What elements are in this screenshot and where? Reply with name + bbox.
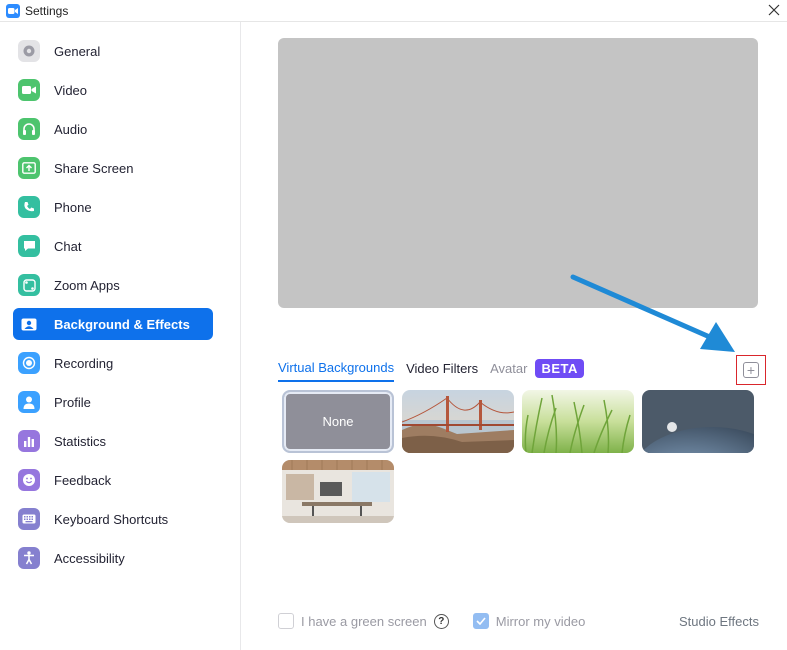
checkmark-icon (476, 617, 486, 625)
sidebar-item-keyboard-shortcuts[interactable]: Keyboard Shortcuts (13, 503, 213, 535)
sidebar-item-accessibility[interactable]: Accessibility (13, 542, 213, 574)
tab-video-filters[interactable]: Video Filters (406, 358, 478, 382)
sidebar-item-label: Keyboard Shortcuts (54, 511, 169, 527)
window-title: Settings (25, 3, 69, 18)
sidebar-item-label: Statistics (54, 433, 107, 449)
sidebar-item-audio[interactable]: Audio (13, 113, 213, 145)
background-thumbnail-earth-from-space[interactable] (642, 390, 754, 453)
sidebar-item-phone[interactable]: Phone (13, 191, 213, 223)
sidebar-item-label: Accessibility (54, 550, 125, 566)
zoom-camera-icon (6, 3, 20, 18)
zoom-apps-icon (18, 274, 40, 296)
title-bar: Settings (0, 0, 787, 22)
chat-bubble-icon (18, 235, 40, 257)
settings-sidebar: General Video Audio Share Screen Phone C… (0, 22, 241, 650)
sidebar-item-label: Video (54, 82, 88, 98)
profile-icon (18, 391, 40, 413)
background-tabs: Virtual Backgrounds Video Filters Avatar… (278, 358, 584, 382)
background-thumbnail-golden-gate-bridge[interactable] (402, 390, 514, 453)
add-plus-icon: + (743, 362, 759, 378)
sidebar-item-label: Zoom Apps (54, 277, 120, 293)
sidebar-item-label: Audio (54, 121, 88, 137)
feedback-smile-icon (18, 469, 40, 491)
studio-effects-link[interactable]: Studio Effects (679, 614, 759, 629)
mirror-video-checkbox[interactable] (472, 613, 489, 629)
close-button[interactable] (763, 0, 785, 20)
record-icon (18, 352, 40, 374)
sidebar-item-label: Feedback (54, 472, 112, 488)
beta-badge: BETA (535, 358, 584, 378)
video-preview (278, 38, 758, 308)
green-screen-label: I have a green screen (301, 613, 427, 629)
background-effects-panel: Virtual Backgrounds Video Filters Avatar… (242, 22, 787, 650)
sidebar-item-chat[interactable]: Chat (13, 230, 213, 262)
share-screen-icon (18, 157, 40, 179)
sidebar-item-label: Profile (54, 394, 91, 410)
tab-avatar[interactable]: Avatar (490, 358, 527, 382)
sidebar-item-recording[interactable]: Recording (13, 347, 213, 379)
background-icon (18, 313, 40, 335)
sidebar-item-label: Phone (54, 199, 92, 215)
thumbnail-label: None (322, 414, 354, 429)
background-thumbnail-grass[interactable] (522, 390, 634, 453)
sidebar-item-zoom-apps[interactable]: Zoom Apps (13, 269, 213, 301)
video-camera-icon (18, 79, 40, 101)
sidebar-item-label: General (54, 43, 101, 59)
help-icon[interactable]: ? (433, 613, 449, 629)
background-thumbnail-none[interactable]: None (282, 390, 394, 453)
background-thumbnail-office-interior[interactable] (282, 460, 394, 523)
sidebar-item-feedback[interactable]: Feedback (13, 464, 213, 496)
mirror-video-label: Mirror my video (495, 613, 586, 629)
close-icon (768, 4, 780, 16)
phone-icon (18, 196, 40, 218)
add-background-button[interactable]: + (736, 355, 766, 385)
green-screen-checkbox[interactable] (278, 613, 294, 629)
gear-icon (18, 40, 40, 62)
sidebar-item-profile[interactable]: Profile (13, 386, 213, 418)
sidebar-item-label: Background & Effects (54, 316, 190, 332)
sidebar-item-label: Recording (54, 355, 114, 371)
sidebar-item-label: Chat (54, 238, 82, 254)
sidebar-item-general[interactable]: General (13, 35, 213, 67)
tab-virtual-backgrounds[interactable]: Virtual Backgrounds (278, 358, 395, 382)
sidebar-item-share-screen[interactable]: Share Screen (13, 152, 213, 184)
keyboard-icon (18, 508, 40, 530)
accessibility-icon (18, 547, 40, 569)
statistics-icon (18, 430, 40, 452)
sidebar-item-label: Share Screen (54, 160, 134, 176)
sidebar-item-background-effects[interactable]: Background & Effects (13, 308, 213, 340)
sidebar-item-video[interactable]: Video (13, 74, 213, 106)
sidebar-item-statistics[interactable]: Statistics (13, 425, 213, 457)
headphones-icon (18, 118, 40, 140)
